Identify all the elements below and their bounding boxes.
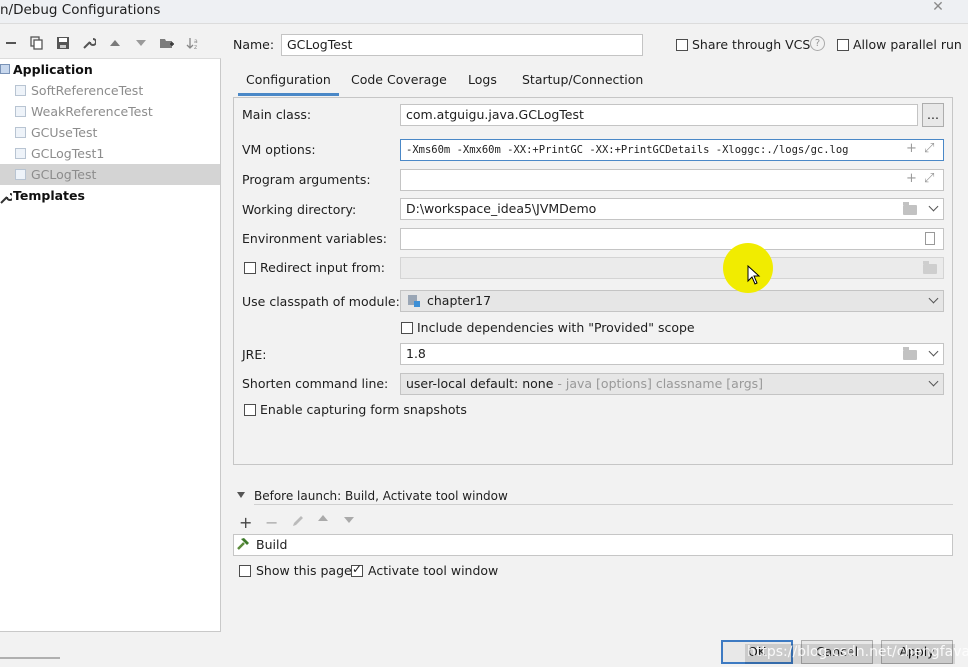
config-icon — [15, 127, 26, 138]
include-deps-label: Include dependencies with "Provided" sco… — [417, 320, 695, 335]
classpath-label: Use classpath of module: — [242, 294, 400, 309]
name-input[interactable]: GCLogTest — [281, 34, 643, 56]
move-down-icon[interactable] — [133, 35, 149, 51]
working-dir-label: Working directory: — [242, 202, 357, 217]
remove-icon[interactable]: − — [265, 513, 278, 532]
before-launch-list: Build — [233, 534, 953, 556]
edit-icon[interactable] — [291, 514, 305, 528]
browse-button[interactable]: ... — [922, 103, 944, 127]
tree-group-application[interactable]: Application — [0, 59, 220, 80]
main-class-label: Main class: — [242, 107, 312, 122]
tree-group-label: Application — [13, 62, 93, 77]
scroll-indicator — [0, 657, 60, 659]
config-icon — [15, 148, 26, 159]
show-page-checkbox[interactable] — [239, 565, 251, 577]
activate-tool-checkbox[interactable] — [351, 562, 363, 577]
snapshots-checkbox[interactable] — [244, 404, 256, 416]
include-deps-checkbox[interactable] — [401, 322, 413, 334]
wrench-icon[interactable] — [81, 35, 97, 51]
tree-item-label: WeakReferenceTest — [31, 104, 153, 119]
allow-parallel-checkbox[interactable] — [837, 39, 849, 51]
close-icon[interactable]: ✕ — [920, 0, 956, 18]
tree-item-label: SoftReferenceTest — [31, 83, 144, 98]
config-icon — [15, 106, 26, 117]
save-icon[interactable] — [55, 35, 71, 51]
tab-code-coverage[interactable]: Code Coverage — [351, 68, 447, 96]
expand-plus-icon[interactable]: + — [906, 171, 917, 186]
snapshots-label: Enable capturing form snapshots — [260, 402, 467, 417]
tree-item[interactable]: GCUseTest — [0, 122, 220, 143]
separator — [254, 504, 953, 505]
collapse-triangle-icon[interactable] — [237, 492, 245, 498]
mouse-cursor-icon — [747, 264, 761, 285]
jre-label: JRE: — [242, 347, 267, 362]
shorten-label: Shorten command line: — [242, 376, 389, 391]
tree-item-label: GCUseTest — [31, 125, 98, 140]
tab-configuration[interactable]: Configuration — [238, 68, 339, 96]
tree-item-selected[interactable]: GCLogTest — [0, 164, 220, 185]
main-class-input[interactable]: com.atguigu.java.GCLogTest — [400, 104, 918, 126]
redirect-input — [400, 257, 944, 279]
wrench-icon — [0, 189, 14, 204]
window-title: n/Debug Configurations — [0, 2, 161, 18]
tree-item[interactable]: GCLogTest1 — [0, 143, 220, 164]
name-label: Name: — [233, 37, 275, 52]
activate-tool-label: Activate tool window — [368, 563, 499, 578]
config-icon — [15, 85, 26, 96]
env-vars-label: Environment variables: — [242, 231, 387, 246]
tree-item[interactable]: WeakReferenceTest — [0, 101, 220, 122]
tree-item-label: GCLogTest — [31, 167, 97, 182]
sort-icon[interactable]: az — [185, 35, 201, 51]
vm-options-label: VM options: — [242, 142, 316, 157]
classpath-select[interactable]: chapter17 — [400, 290, 944, 312]
shorten-value: user-local default: none — [406, 376, 554, 391]
edit-list-icon[interactable] — [925, 232, 935, 245]
share-vcs-checkbox[interactable] — [676, 39, 688, 51]
application-icon — [0, 64, 10, 74]
config-tree: Application SoftReferenceTest WeakRefere… — [0, 58, 221, 632]
svg-text:z: z — [194, 44, 197, 50]
folder-add-icon[interactable] — [159, 35, 175, 51]
tab-startup-connection[interactable]: Startup/Connection — [522, 68, 643, 96]
module-icon — [408, 295, 421, 307]
add-icon[interactable]: + — [239, 513, 252, 532]
vm-options-input[interactable]: -Xms60m -Xmx60m -XX:+PrintGC -XX:+PrintG… — [400, 139, 944, 161]
help-icon[interactable]: ? — [810, 36, 825, 51]
program-args-input[interactable] — [400, 169, 944, 191]
config-icon — [15, 169, 26, 180]
redirect-checkbox[interactable] — [244, 262, 256, 274]
show-page-label: Show this page — [256, 563, 352, 578]
list-item-build[interactable]: Build — [256, 537, 287, 552]
redirect-label: Redirect input from: — [260, 260, 385, 275]
tree-item[interactable]: SoftReferenceTest — [0, 80, 220, 101]
config-toolbar: az — [0, 30, 220, 58]
expand-icon[interactable]: ⤢ — [924, 141, 934, 156]
share-vcs-label: Share through VCS — [692, 37, 811, 52]
hammer-icon — [236, 537, 250, 551]
move-up-icon[interactable] — [318, 515, 328, 521]
working-dir-input[interactable]: D:\workspace_idea5\JVMDemo — [400, 198, 944, 220]
env-vars-input[interactable] — [400, 228, 944, 250]
tree-item-label: GCLogTest1 — [31, 146, 105, 161]
folder-icon[interactable] — [903, 347, 917, 360]
move-up-icon[interactable] — [107, 35, 123, 51]
allow-parallel-label: Allow parallel run — [853, 37, 962, 52]
expand-plus-icon[interactable]: + — [906, 141, 917, 156]
move-down-icon[interactable] — [344, 517, 354, 523]
before-launch-title: Before launch: Build, Activate tool wind… — [254, 489, 508, 503]
shorten-hint: - java [options] classname [args] — [553, 376, 764, 391]
jre-input[interactable]: 1.8 — [400, 343, 944, 365]
expand-icon[interactable]: ⤢ — [924, 171, 934, 186]
shorten-select[interactable]: user-local default: none - java [options… — [400, 373, 944, 395]
tree-group-label: Templates — [13, 188, 85, 203]
copy-icon[interactable] — [29, 35, 45, 51]
folder-icon — [923, 261, 937, 274]
watermark: https://blog.csdn.net/chengfava — [747, 644, 968, 660]
tree-group-templates[interactable]: Templates — [0, 185, 220, 206]
tab-logs[interactable]: Logs — [468, 68, 497, 96]
program-args-label: Program arguments: — [242, 172, 371, 187]
title-bar: n/Debug Configurations ✕ — [0, 0, 968, 24]
minus-icon[interactable] — [3, 35, 19, 51]
folder-icon[interactable] — [903, 202, 917, 215]
